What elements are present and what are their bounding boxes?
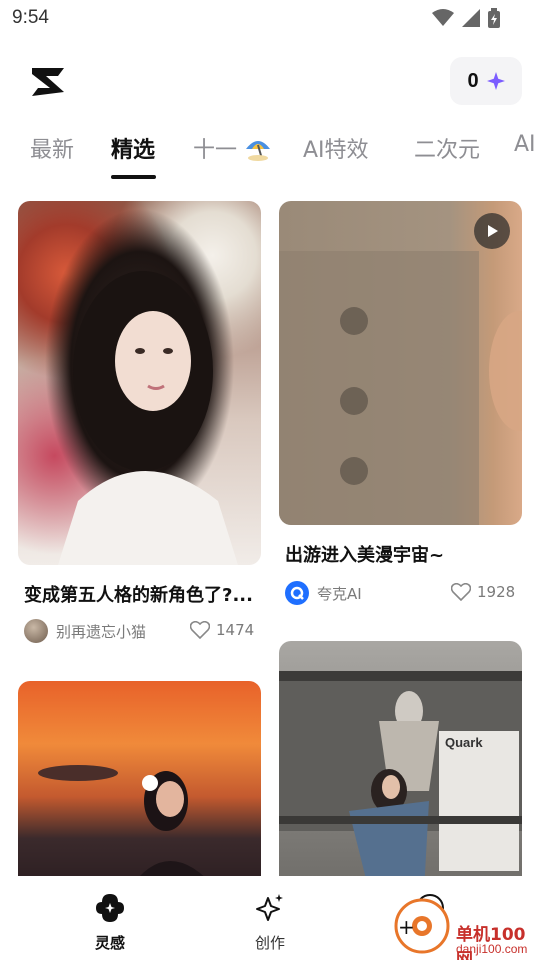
tab-golden-week[interactable]: 十一 — [193, 132, 272, 164]
tab-featured[interactable]: 精选 — [111, 132, 155, 164]
like-button[interactable]: 1474 — [190, 621, 254, 639]
watermark-url: danji100.com — [456, 942, 528, 956]
nav-create[interactable]: 创作 — [230, 892, 310, 953]
figure-scene-illustration — [279, 671, 522, 891]
status-icons — [432, 8, 500, 28]
card-title: 变成第五人格的新角色了?... — [24, 585, 253, 606]
portrait-illustration — [58, 271, 238, 565]
svg-text:+: + — [398, 915, 415, 939]
card-title: 出游进入美漫宇宙~ — [285, 545, 445, 566]
nav-inspiration[interactable]: 灵感 — [70, 892, 150, 953]
sparkle-icon — [486, 72, 505, 90]
tab-latest[interactable]: 最新 — [30, 132, 74, 164]
like-button[interactable]: 1928 — [451, 583, 515, 601]
feed-card[interactable]: Quark — [279, 641, 522, 891]
wifi-icon — [432, 9, 454, 26]
feed-card[interactable]: 出游进入美漫宇宙~ 夸克AI 1928 — [279, 201, 522, 611]
card-image-3d-figure: Quark — [279, 641, 522, 891]
credits-value: 0 — [467, 69, 479, 92]
watermark: + 单机100网 danji100.com — [392, 890, 540, 960]
quark-box-label: Quark — [445, 735, 483, 750]
card-image-video — [279, 201, 522, 525]
beach-umbrella-icon — [246, 141, 271, 161]
card-author[interactable]: 别再遗忘小猫 — [24, 619, 146, 643]
app-logo — [28, 62, 68, 102]
like-count: 1474 — [216, 621, 255, 639]
active-tab-indicator — [111, 175, 156, 179]
heart-icon — [190, 621, 210, 639]
sunset-portrait-illustration — [38, 765, 218, 891]
signal-icon — [462, 9, 480, 27]
card-author[interactable]: 夸克AI — [285, 581, 362, 605]
card-image-sunset — [18, 681, 261, 891]
sparkle-create-icon — [256, 894, 283, 921]
credits-button[interactable]: 0 — [450, 57, 522, 105]
feed-card[interactable]: 变成第五人格的新角色了?... 别再遗忘小猫 1474 — [18, 201, 261, 651]
feed-card[interactable] — [18, 681, 261, 891]
blurred-scene-illustration — [279, 251, 522, 525]
author-name: 夸克AI — [317, 584, 362, 603]
play-icon — [488, 225, 498, 237]
card-image-portrait — [18, 201, 261, 565]
inspiration-icon — [96, 894, 124, 922]
heart-icon — [451, 583, 471, 601]
category-tabs: 最新 精选 十一 AI特效 二次元 AI — [0, 128, 540, 184]
quark-avatar — [285, 581, 309, 605]
like-count: 1928 — [477, 583, 516, 601]
author-name: 别再遗忘小猫 — [56, 622, 147, 641]
nav-label: 灵感 — [94, 934, 125, 952]
tab-ai-more[interactable]: AI — [514, 132, 536, 157]
avatar — [24, 619, 48, 643]
play-video-button[interactable] — [474, 213, 510, 249]
status-time: 9:54 — [12, 7, 49, 28]
tab-anime[interactable]: 二次元 — [414, 132, 480, 164]
nav-label: 创作 — [254, 934, 285, 952]
battery-icon — [488, 8, 500, 28]
quark-logo-icon — [290, 586, 304, 600]
status-bar: 9:54 — [0, 0, 540, 36]
tab-ai-effects[interactable]: AI特效 — [303, 132, 369, 164]
watermark-logo-icon: + — [394, 898, 450, 954]
